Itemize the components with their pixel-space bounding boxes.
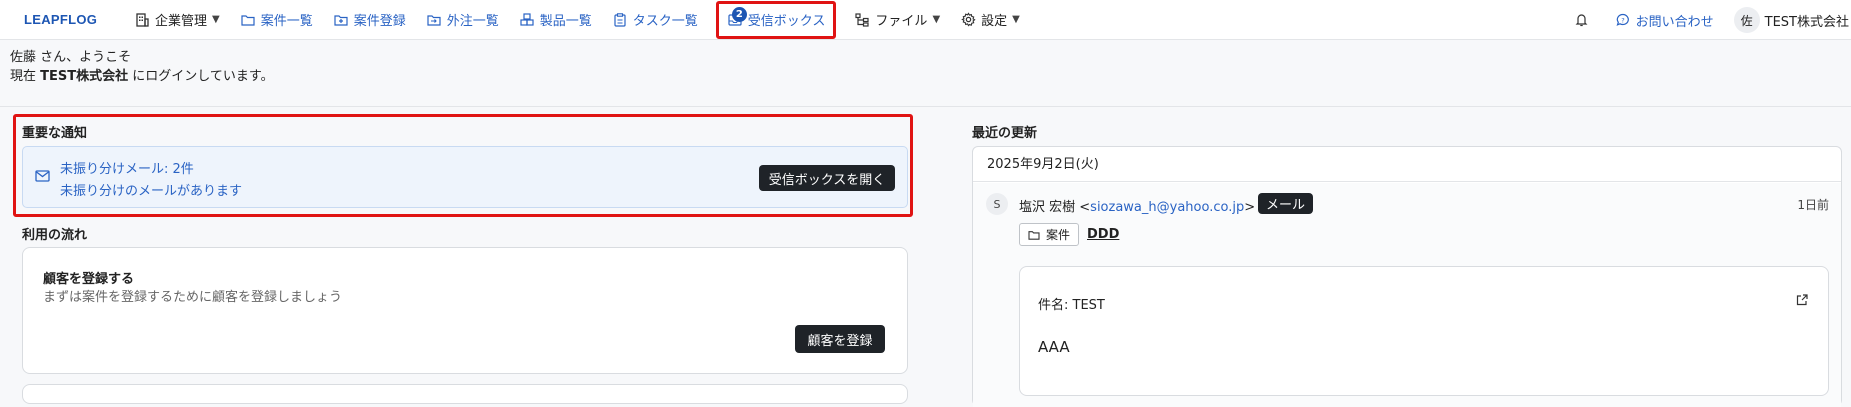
company-name-label: TEST株式会社 <box>1764 14 1849 30</box>
nav-case-register[interactable]: 案件登録 <box>323 5 416 35</box>
main-nav: 企業管理 ▼ 案件一覧 案件登録 外注一覧 製品一覧 タスク一覧 2 受信ボック… <box>124 0 1030 40</box>
notices-title: 重要な通知 <box>22 126 88 141</box>
sender-email[interactable]: siozawa_h@yahoo.co.jp <box>1090 200 1244 215</box>
flow-step-card: 顧客を登録する まずは案件を登録するために顧客を登録しましょう 顧客を登録 <box>22 247 908 374</box>
user-menu[interactable]: 佐 TEST株式会社 <box>1724 5 1851 35</box>
bell-icon <box>1574 12 1590 28</box>
flow-title: 利用の流れ <box>22 228 88 243</box>
folder-arrow-icon <box>426 12 442 28</box>
nav-case-register-label: 案件登録 <box>353 14 406 29</box>
notice-count-text: 未振り分けメール: 2件 <box>60 162 194 177</box>
nav-products-label: 製品一覧 <box>539 14 592 29</box>
welcome-message: 佐藤 さん、ようこそ 現在 TEST株式会社 にログインしています。 <box>10 48 274 86</box>
user-avatar: 佐 <box>1733 7 1760 33</box>
building-icon <box>134 12 150 28</box>
register-customer-button[interactable]: 顧客を登録 <box>795 325 885 353</box>
nav-settings[interactable]: 設定 ▼ <box>950 5 1030 35</box>
update-entry: S 塩沢 宏樹 <siozawa_h@yahoo.co.jp> メール 1日前 … <box>973 183 1841 407</box>
case-link[interactable]: DDD <box>1087 227 1119 242</box>
welcome-suffix: にログインしています。 <box>128 69 274 84</box>
open-inbox-button[interactable]: 受信ボックスを開く <box>759 165 895 191</box>
flow-step-title: 顧客を登録する <box>43 272 135 287</box>
chevron-down-icon: ▼ <box>932 14 941 25</box>
welcome-prefix: 現在 <box>10 69 41 84</box>
sender-name: 塩沢 宏樹 < <box>1019 200 1091 215</box>
sender-close: > <box>1244 200 1256 215</box>
nav-company-label: 企業管理 <box>155 14 208 29</box>
nav-inbox-label: 受信ボックス <box>747 14 826 29</box>
nav-cases-label: 案件一覧 <box>260 14 313 29</box>
flow-step-desc: まずは案件を登録するために顧客を登録しましょう <box>43 290 343 305</box>
nav-contact[interactable]: ? お問い合わせ <box>1605 5 1724 35</box>
nav-tasks[interactable]: タスク一覧 <box>602 5 708 35</box>
nav-outsource[interactable]: 外注一覧 <box>416 5 509 35</box>
nav-company-management[interactable]: 企業管理 ▼ <box>124 5 230 35</box>
nav-settings-label: 設定 <box>981 14 1008 29</box>
nav-outsource-label: 外注一覧 <box>446 14 499 29</box>
chevron-down-icon: ▼ <box>1012 14 1020 25</box>
nav-cases[interactable]: 案件一覧 <box>230 5 323 35</box>
mail-body: AAA <box>1038 338 1070 356</box>
folder-icon <box>1028 230 1040 240</box>
nav-products[interactable]: 製品一覧 <box>509 5 602 35</box>
boxes-icon <box>519 12 535 28</box>
file-tree-icon <box>854 12 870 28</box>
folder-plus-icon <box>333 12 349 28</box>
inbox-count-badge: 2 <box>731 6 747 22</box>
flow-step-card-next <box>22 384 908 404</box>
updates-title: 最近の更新 <box>972 126 1038 141</box>
updates-panel: 2025年9月2日(火) S 塩沢 宏樹 <siozawa_h@yahoo.co… <box>972 146 1842 407</box>
header-divider <box>0 106 1851 107</box>
nav-contact-label: お問い合わせ <box>1635 14 1714 30</box>
notice-card: 未振り分けメール: 2件 未振り分けのメールがあります 受信ボックスを開く <box>22 146 908 208</box>
clipboard-icon <box>612 12 628 28</box>
welcome-company: TEST株式会社 <box>40 69 129 84</box>
mail-preview-card[interactable]: 件名: TEST AAA <box>1019 266 1829 396</box>
mail-type-tag: メール <box>1258 193 1314 214</box>
nav-tasks-label: タスク一覧 <box>632 14 698 29</box>
notifications-button[interactable] <box>1564 5 1605 35</box>
right-nav: ? お問い合わせ 佐 TEST株式会社 <box>1564 0 1851 40</box>
nav-files-label: ファイル <box>875 14 928 29</box>
folder-icon <box>240 12 256 28</box>
sender-info: 塩沢 宏樹 <siozawa_h@yahoo.co.jp> <box>1019 196 1255 215</box>
update-date-header: 2025年9月2日(火) <box>973 147 1841 182</box>
welcome-line1: 佐藤 さん、ようこそ <box>10 50 132 65</box>
mail-icon <box>35 170 50 186</box>
brand-logo[interactable]: LEAPFLOG <box>24 12 124 27</box>
svg-text:?: ? <box>1621 17 1624 25</box>
notice-desc-text: 未振り分けのメールがあります <box>60 184 243 199</box>
top-nav-bar: LEAPFLOG 企業管理 ▼ 案件一覧 案件登録 外注一覧 製品一覧 タスク一… <box>0 0 1851 40</box>
sender-avatar: S <box>986 193 1008 215</box>
case-tag-label: 案件 <box>1046 228 1071 242</box>
nav-files[interactable]: ファイル ▼ <box>844 5 950 35</box>
chevron-down-icon: ▼ <box>212 14 220 25</box>
case-tag: 案件 <box>1019 223 1080 246</box>
welcome-line2: 現在 TEST株式会社 にログインしています。 <box>10 67 274 86</box>
chat-icon: ? <box>1615 12 1631 28</box>
mail-subject: 件名: TEST <box>1038 298 1105 313</box>
update-time-ago: 1日前 <box>1797 198 1829 212</box>
nav-inbox[interactable]: 2 受信ボックス <box>715 0 837 39</box>
external-link-icon[interactable] <box>1796 294 1808 310</box>
gear-icon <box>960 12 976 28</box>
